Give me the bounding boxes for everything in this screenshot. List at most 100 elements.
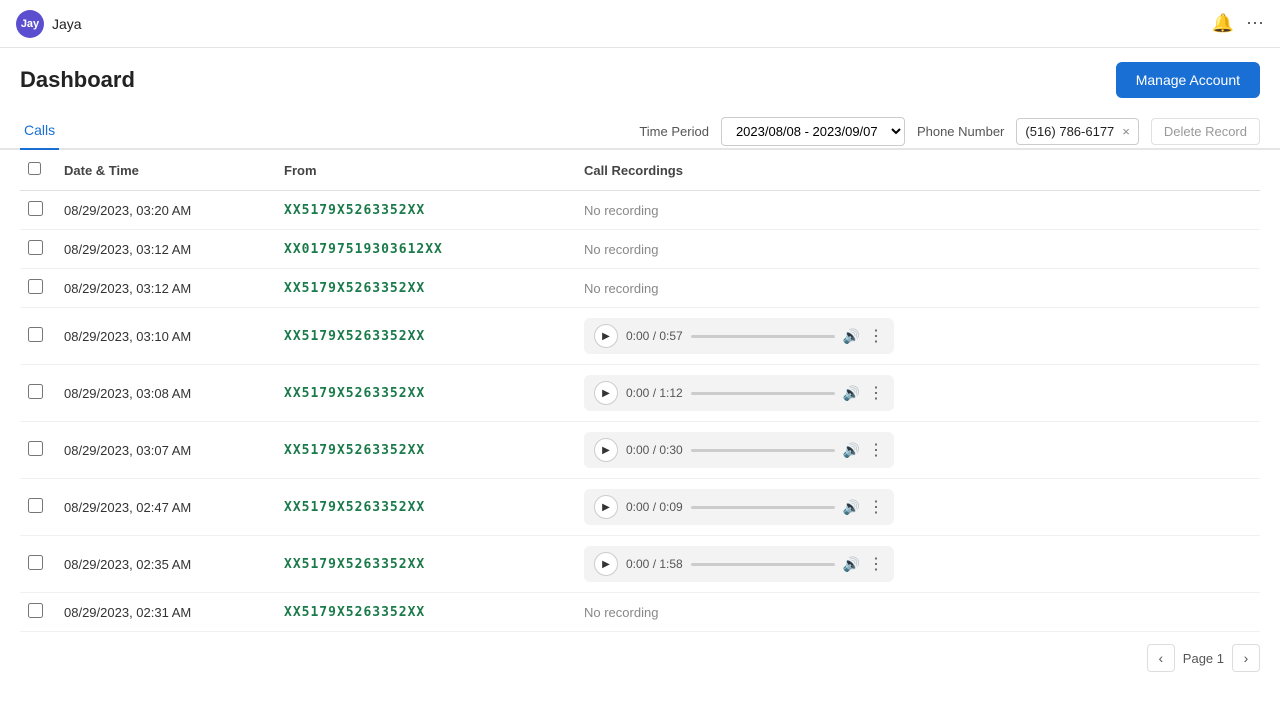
row-checkbox-cell [20,269,56,308]
play-button[interactable]: ▶ [594,552,618,576]
audio-progress-bar[interactable] [691,335,835,338]
play-button[interactable]: ▶ [594,495,618,519]
row-checkbox-cell [20,365,56,422]
masked-number: XX01797519303612XX [284,242,443,257]
col-header-check [20,150,56,191]
row-from: XX5179X5263352XX [276,536,576,593]
more-options-icon[interactable]: ⋮ [868,440,884,460]
pagination-prev-button[interactable]: ‹ [1147,644,1175,672]
audio-progress-bar[interactable] [691,392,835,395]
row-recording: No recording [576,230,1260,269]
row-checkbox[interactable] [28,327,43,342]
select-all-checkbox[interactable] [28,162,41,175]
row-from: XX5179X5263352XX [276,365,576,422]
delete-record-button[interactable]: Delete Record [1151,118,1260,145]
row-checkbox[interactable] [28,279,43,294]
row-checkbox[interactable] [28,384,43,399]
table-row: 08/29/2023, 03:07 AMXX5179X5263352XX ▶ 0… [20,422,1260,479]
audio-time: 0:00 / 1:58 [626,557,683,571]
row-checkbox-cell [20,191,56,230]
volume-icon[interactable]: 🔊 [843,328,860,345]
play-button[interactable]: ▶ [594,381,618,405]
row-datetime: 08/29/2023, 03:12 AM [56,230,276,269]
row-datetime: 08/29/2023, 03:08 AM [56,365,276,422]
more-options-icon[interactable]: ⋮ [868,383,884,403]
bell-icon[interactable]: 🔔 [1212,13,1234,34]
no-recording-label: No recording [584,242,658,257]
no-recording-label: No recording [584,203,658,218]
topbar-left: Jay Jaya [16,10,82,38]
tab-calls[interactable]: Calls [20,114,59,150]
play-button[interactable]: ▶ [594,438,618,462]
calls-table: Date & Time From Call Recordings 08/29/2… [20,150,1260,632]
masked-number: XX5179X5263352XX [284,281,425,296]
toolbar: Calls Time Period 2023/08/08 - 2023/09/0… [0,106,1280,150]
row-checkbox[interactable] [28,603,43,618]
audio-progress-bar[interactable] [691,563,835,566]
phone-number-tag: (516) 786-6177 × [1016,118,1139,145]
table-header-row: Date & Time From Call Recordings [20,150,1260,191]
volume-icon[interactable]: 🔊 [843,442,860,459]
time-period-select[interactable]: 2023/08/08 - 2023/09/07 [721,117,905,146]
no-recording-label: No recording [584,605,658,620]
table-row: 08/29/2023, 03:10 AMXX5179X5263352XX ▶ 0… [20,308,1260,365]
audio-player: ▶ 0:00 / 0:09 🔊 ⋮ [584,489,894,525]
masked-number: XX5179X5263352XX [284,386,425,401]
volume-icon[interactable]: 🔊 [843,556,860,573]
table-row: 08/29/2023, 02:47 AM XX5179X5263352XX ▶ 0… [20,479,1260,536]
no-recording-label: No recording [584,281,658,296]
row-datetime: 08/29/2023, 03:10 AM [56,308,276,365]
phone-number-label: Phone Number [917,124,1004,139]
masked-number: XX5179X5263352XX [284,557,425,572]
audio-time: 0:00 / 0:09 [626,500,683,514]
row-checkbox[interactable] [28,240,43,255]
table-row: 08/29/2023, 03:12 AM XX01797519303612XX No… [20,230,1260,269]
row-checkbox-cell [20,479,56,536]
pagination: ‹ Page 1 › [0,632,1280,684]
row-checkbox-cell [20,308,56,365]
audio-player: ▶ 0:00 / 0:30 🔊 ⋮ [584,432,894,468]
table-body: 08/29/2023, 03:20 AM XX5179X5263352XX No r… [20,191,1260,632]
row-checkbox-cell [20,593,56,632]
audio-progress-bar[interactable] [691,449,835,452]
masked-number: XX5179X5263352XX [284,443,425,458]
page-title: Dashboard [20,67,135,93]
avatar: Jay [16,10,44,38]
row-checkbox[interactable] [28,555,43,570]
more-options-icon[interactable]: ⋮ [868,326,884,346]
audio-progress-bar[interactable] [691,506,835,509]
topbar-right: 🔔 ⋯ [1212,13,1264,34]
table-row: 08/29/2023, 03:20 AM XX5179X5263352XX No r… [20,191,1260,230]
audio-player: ▶ 0:00 / 1:58 🔊 ⋮ [584,546,894,582]
row-checkbox[interactable] [28,441,43,456]
row-recording: ▶ 0:00 / 0:30 🔊 ⋮ [576,422,1260,479]
phone-number-value: (516) 786-6177 [1025,124,1114,139]
row-datetime: 08/29/2023, 03:20 AM [56,191,276,230]
table-row: 08/29/2023, 03:08 AM XX5179X5263352XX ▶ 0… [20,365,1260,422]
more-options-icon[interactable]: ⋮ [868,497,884,517]
volume-icon[interactable]: 🔊 [843,499,860,516]
audio-player: ▶ 0:00 / 1:12 🔊 ⋮ [584,375,894,411]
page-header: Dashboard Manage Account [0,48,1280,106]
more-icon[interactable]: ⋯ [1246,13,1264,34]
table-row: 08/29/2023, 03:12 AMXX5179X5263352XXNo r… [20,269,1260,308]
row-checkbox-cell [20,230,56,269]
row-checkbox-cell [20,536,56,593]
row-datetime: 08/29/2023, 02:47 AM [56,479,276,536]
volume-icon[interactable]: 🔊 [843,385,860,402]
play-button[interactable]: ▶ [594,324,618,348]
more-options-icon[interactable]: ⋮ [868,554,884,574]
masked-number: XX5179X5263352XX [284,500,425,515]
pagination-next-button[interactable]: › [1232,644,1260,672]
table-row: 08/29/2023, 02:31 AMXX5179X5263352XXNo r… [20,593,1260,632]
row-from: XX5179X5263352XX [276,422,576,479]
masked-number: XX5179X5263352XX [284,203,425,218]
time-period-label: Time Period [639,124,709,139]
row-from: XX5179X5263352XX [276,191,576,230]
row-checkbox[interactable] [28,201,43,216]
pagination-page-label: Page 1 [1183,651,1224,666]
manage-account-button[interactable]: Manage Account [1116,62,1260,98]
phone-number-clear-icon[interactable]: × [1122,124,1130,139]
col-header-from: From [276,150,576,191]
row-checkbox[interactable] [28,498,43,513]
